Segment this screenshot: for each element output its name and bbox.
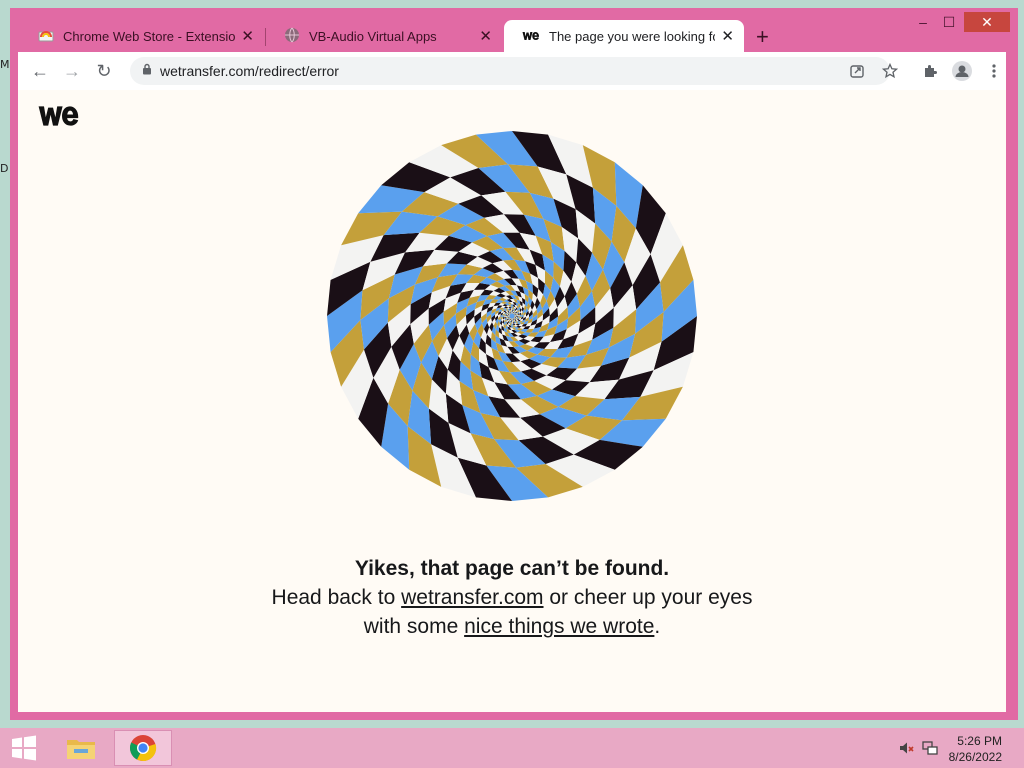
tab-close-icon[interactable]: ✕ bbox=[241, 27, 254, 45]
tab-title: The page you were looking for d bbox=[549, 28, 715, 44]
error-message: Yikes, that page can’t be found. Head ba… bbox=[262, 554, 762, 641]
lock-icon[interactable] bbox=[142, 62, 152, 80]
tab-vb-audio[interactable]: VB-Audio Virtual Apps ✕ bbox=[266, 20, 502, 52]
globe-icon bbox=[284, 27, 300, 46]
error-heading: Yikes, that page can’t be found. bbox=[354, 557, 670, 580]
wetransfer-we-icon bbox=[522, 29, 540, 44]
clock-time: 5:26 PM bbox=[957, 734, 1002, 748]
extensions-puzzle-icon[interactable] bbox=[918, 59, 942, 83]
wetransfer-logo[interactable] bbox=[36, 104, 82, 133]
url-text[interactable]: wetransfer.com/redirect/error bbox=[160, 63, 339, 79]
tab-page-not-found[interactable]: The page you were looking for d ✕ bbox=[504, 20, 744, 52]
share-icon[interactable] bbox=[845, 59, 869, 83]
windows-start-icon[interactable] bbox=[4, 730, 44, 766]
optical-illusion-spiral bbox=[327, 131, 697, 501]
chrome-window: – ☐ ✕ Chrome Web Store - Extensions ✕ VB… bbox=[10, 8, 1018, 720]
nice-things-link[interactable]: nice things we wrote bbox=[464, 615, 654, 638]
tab-title: Chrome Web Store - Extensions bbox=[63, 28, 236, 44]
new-tab-button[interactable]: + bbox=[756, 24, 769, 50]
profile-avatar-icon[interactable] bbox=[950, 59, 974, 83]
reload-icon[interactable]: ↻ bbox=[92, 59, 116, 83]
tab-close-icon[interactable]: ✕ bbox=[479, 27, 492, 45]
desktop-icon-label-fragment: M bbox=[0, 58, 10, 71]
wetransfer-home-link[interactable]: wetransfer.com bbox=[401, 586, 543, 609]
rainbow-store-icon bbox=[38, 28, 54, 45]
tab-close-icon[interactable]: ✕ bbox=[721, 27, 734, 45]
system-clock[interactable]: 5:26 PM 8/26/2022 bbox=[949, 733, 1002, 765]
tab-title: VB-Audio Virtual Apps bbox=[309, 28, 437, 44]
desktop-icon-label-fragment-2: D bbox=[0, 162, 9, 175]
clock-date: 8/26/2022 bbox=[948, 750, 1002, 764]
chrome-icon[interactable] bbox=[114, 730, 172, 766]
file-explorer-icon[interactable] bbox=[58, 730, 104, 766]
maximize-button[interactable]: ☐ bbox=[934, 12, 964, 32]
error-body: Head back to wetransfer.com or cheer up … bbox=[271, 586, 753, 638]
forward-icon[interactable]: → bbox=[60, 59, 84, 83]
address-bar[interactable]: wetransfer.com/redirect/error bbox=[130, 57, 890, 85]
bookmark-star-icon[interactable] bbox=[878, 59, 902, 83]
tab-chrome-web-store[interactable]: Chrome Web Store - Extensions ✕ bbox=[20, 20, 264, 52]
page-content: Yikes, that page can’t be found. Head ba… bbox=[18, 90, 1006, 712]
spiral-center bbox=[509, 313, 515, 319]
speaker-muted-icon[interactable] bbox=[896, 730, 916, 766]
network-icon[interactable] bbox=[920, 730, 940, 766]
close-window-button[interactable]: ✕ bbox=[964, 12, 1010, 32]
menu-kebab-icon[interactable] bbox=[982, 59, 1006, 83]
browser-toolbar: ← → ↻ wetransfer.com/redirect/error bbox=[18, 52, 1006, 90]
back-icon[interactable]: ← bbox=[28, 59, 52, 83]
taskbar: 5:26 PM 8/26/2022 bbox=[0, 728, 1024, 768]
